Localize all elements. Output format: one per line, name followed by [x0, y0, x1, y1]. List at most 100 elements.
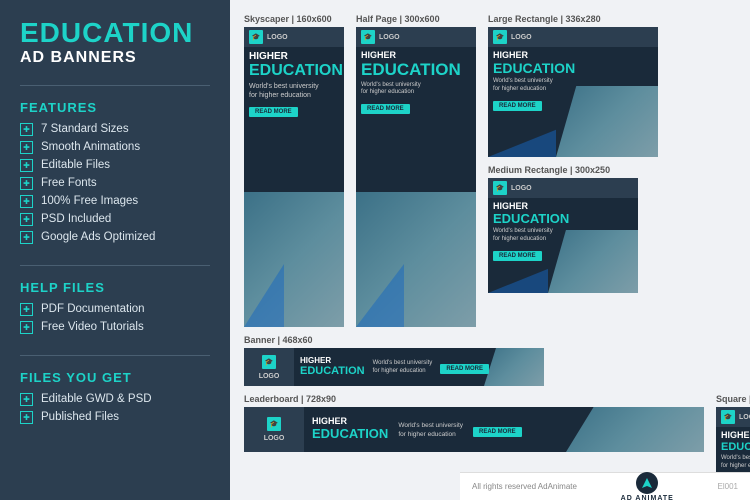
list-item: ✚ Published Files	[20, 411, 210, 424]
ad-tagline: World's best universityfor higher educat…	[398, 422, 463, 439]
sidebar: EDUCATION AD BANNERS FEATURES ✚7 Standar…	[0, 0, 230, 500]
ad-read-more-btn[interactable]: READ MORE	[493, 251, 542, 261]
check-icon: ✚	[20, 159, 33, 172]
ad-tagline: World's best universityfor higher educat…	[361, 82, 461, 98]
ad-tagline: World's best universityfor higher educat…	[373, 360, 433, 376]
logo-text: LOGO	[264, 435, 285, 442]
logo-text: LOGO	[379, 34, 400, 41]
sidebar-title-sub: AD BANNERS	[20, 49, 210, 67]
feature-label: Smooth Animations	[41, 141, 140, 153]
help-label: PDF Documentation	[41, 303, 145, 315]
files-label: Editable GWD & PSD	[41, 393, 152, 405]
banner-row: Banner | 468x60 🎓 LOGO HIGHER EDUCATION …	[244, 335, 736, 386]
logo-icon: 🎓	[361, 30, 375, 44]
list-item: ✚ Smooth Animations	[20, 141, 210, 154]
list-item: ✚ 7 Standard Sizes	[20, 123, 210, 136]
list-item: ✚ Editable Files	[20, 159, 210, 172]
check-icon: ✚	[20, 321, 33, 334]
large-rect-banner: 🎓 LOGO HIGHER EDUCATION World's best uni…	[488, 27, 658, 157]
ad-education: EDUCATION	[249, 62, 343, 80]
ad-tagline: World's best universityfor higher educat…	[493, 78, 575, 94]
feature-label: 7 Standard Sizes	[41, 123, 129, 135]
ad-tagline: World's best universityfor higher educat…	[721, 455, 750, 471]
check-icon: ✚	[20, 195, 33, 208]
logo-icon: 🎓	[267, 417, 281, 431]
footer: All rights reserved AdAnimate AD ANIMATE…	[460, 472, 750, 500]
list-item: ✚ Free Fonts	[20, 177, 210, 190]
feature-label: PSD Included	[41, 213, 111, 225]
logo-text: LOGO	[259, 373, 280, 380]
divider	[20, 265, 210, 266]
medium-rect-banner: 🎓 LOGO HIGHER EDUCATION World's best uni…	[488, 178, 638, 293]
halfpage-section: Half Page | 300x600 🎓 LOGO HIGHER EDUCAT…	[356, 14, 476, 327]
divider	[20, 355, 210, 356]
medium-rect-section: Medium Rectangle | 300x250 🎓 LOGO HIGHER…	[488, 165, 658, 293]
list-item: ✚ Google Ads Optimized	[20, 231, 210, 244]
logo-text: LOGO	[267, 34, 288, 41]
logo-text: LOGO	[511, 185, 532, 192]
ad-higher: HIGHER	[249, 51, 343, 62]
ad-read-more-btn[interactable]: READ MORE	[493, 101, 542, 111]
ad-tagline: World's best universityfor higher educat…	[249, 82, 343, 100]
ad-read-more-btn[interactable]: READ MORE	[249, 107, 298, 117]
medium-rect-label: Medium Rectangle | 300x250	[488, 165, 658, 175]
leaderboard-banner: 🎓 LOGO HIGHER EDUCATION World's best uni…	[244, 407, 704, 452]
list-item: ✚ Editable GWD & PSD	[20, 393, 210, 406]
skyscraper-section: Skyscaper | 160x600 🎓 LOGO HIGHER EDUCAT…	[244, 14, 344, 327]
skyscraper-label: Skyscaper | 160x600	[244, 14, 344, 24]
ad-read-more-btn[interactable]: READ MORE	[473, 427, 522, 437]
halfpage-label: Half Page | 300x600	[356, 14, 476, 24]
feature-label: Editable Files	[41, 159, 110, 171]
check-icon: ✚	[20, 177, 33, 190]
check-icon: ✚	[20, 411, 33, 424]
halfpage-banner: 🎓 LOGO HIGHER EDUCATION World's best uni…	[356, 27, 476, 327]
ad-education: EDUCATION	[300, 365, 365, 377]
list-item: ✚ 100% Free Images	[20, 195, 210, 208]
files-list: ✚ Editable GWD & PSD ✚ Published Files	[20, 393, 210, 429]
list-item: ✚PDF Documentation	[20, 303, 210, 316]
blue-accent	[488, 118, 556, 157]
logo-icon: 🎓	[249, 30, 263, 44]
files-label: Published Files	[41, 411, 119, 423]
ad-education: EDUCATION	[361, 61, 461, 80]
feature-label: 100% Free Images	[41, 195, 138, 207]
banner-468: 🎓 LOGO HIGHER EDUCATION World's best uni…	[244, 348, 544, 386]
check-icon: ✚	[20, 231, 33, 244]
ad-higher: HIGHER	[721, 431, 750, 441]
leaderboard-label: Leaderboard | 728x90	[244, 394, 704, 404]
logo-icon: 🎓	[262, 355, 276, 369]
ad-education: EDUCATION	[312, 427, 388, 441]
ad-image-bg	[566, 407, 704, 452]
logo-icon: 🎓	[721, 410, 735, 424]
ad-tagline: World's best universityfor higher educat…	[493, 228, 569, 244]
help-list: ✚PDF Documentation ✚ Free Video Tutorials	[20, 303, 210, 339]
check-icon: ✚	[20, 213, 33, 226]
check-icon: ✚	[20, 141, 33, 154]
ad-education: EDUCATION	[493, 212, 569, 226]
logo-text: LOGO	[511, 34, 532, 41]
logo-icon: 🎓	[493, 30, 507, 44]
ad-animate-logo: AD ANIMATE	[621, 472, 674, 500]
banner-468-section: Banner | 468x60 🎓 LOGO HIGHER EDUCATION …	[244, 335, 544, 386]
logo-text: LOGO	[739, 414, 750, 421]
features-list: ✚ 7 Standard Sizes ✚ Smooth Animations ✚ Ed…	[20, 123, 210, 249]
ad-education: EDUCATION	[493, 61, 575, 76]
feature-label: Google Ads Optimized	[41, 231, 155, 243]
help-label: Free Video Tutorials	[41, 321, 144, 333]
files-heading: FILES YOU GET	[20, 370, 210, 385]
check-icon: ✚	[20, 393, 33, 406]
large-rect-section: Large Rectangle | 336x280 🎓 LOGO HIGHER …	[488, 14, 658, 157]
square-label: Square | 200x200	[716, 394, 750, 404]
feature-label: Free Fonts	[41, 177, 97, 189]
ad-read-more-btn[interactable]: READ MORE	[440, 364, 489, 374]
footer-copyright: All rights reserved AdAnimate	[472, 482, 577, 491]
list-item: ✚ Free Video Tutorials	[20, 321, 210, 334]
large-rect-label: Large Rectangle | 336x280	[488, 14, 658, 24]
ad-read-more-btn[interactable]: READ MORE	[361, 104, 410, 114]
ad-education: EDUCATION	[721, 441, 750, 453]
banner-label: Banner | 468x60	[244, 335, 544, 345]
right-column: Large Rectangle | 336x280 🎓 LOGO HIGHER …	[488, 14, 658, 293]
ad-animate-brand: AD ANIMATE	[621, 495, 674, 500]
check-icon: ✚	[20, 123, 33, 136]
file-id: El001	[718, 482, 738, 491]
